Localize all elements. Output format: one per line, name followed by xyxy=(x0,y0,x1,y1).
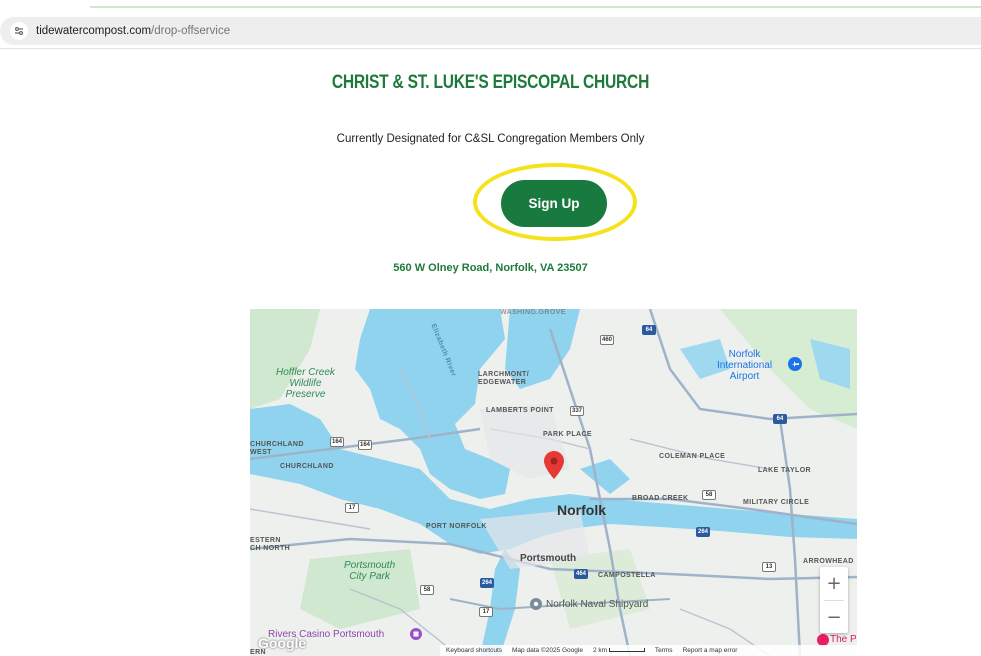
terms-link[interactable]: Terms xyxy=(655,647,673,654)
report-map-error-link[interactable]: Report a map error xyxy=(683,647,738,654)
keyboard-shortcuts-link[interactable]: Keyboard shortcuts xyxy=(446,647,502,654)
route-shield-58: 58 xyxy=(420,585,434,595)
map-label-churchland: CHURCHLAND xyxy=(280,463,334,470)
route-shield-17-south: 17 xyxy=(479,607,493,617)
casino-pin-icon[interactable] xyxy=(410,628,422,640)
page-title: CHRIST & ST. LUKE'S EPISCOPAL CHURCH xyxy=(331,72,650,93)
route-shield-58-east: 58 xyxy=(702,490,716,500)
page-load-progress xyxy=(90,6,981,8)
zoom-in-button[interactable]: + xyxy=(820,567,848,600)
map-label-norfolk: Norfolk xyxy=(557,502,606,518)
map-label-the-p: The P xyxy=(830,634,857,645)
map-label-lake-taylor: LAKE TAYLOR xyxy=(758,467,812,474)
address-bar[interactable]: tidewatercompost.com/drop-offservice xyxy=(0,17,981,45)
map-label-military-circle: MILITARY CIRCLE xyxy=(743,499,810,506)
airport-icon[interactable] xyxy=(788,357,802,371)
map-label-washington: WASHING.GROVE xyxy=(500,309,566,316)
map-label-hoffler-creek: Hoffler Creek Wildlife Preserve xyxy=(276,367,335,400)
page: tidewatercompost.com/drop-offservice CHR… xyxy=(0,0,981,656)
church-address: 560 W Olney Road, Norfolk, VA 23507 xyxy=(393,262,588,274)
google-logo[interactable]: Google xyxy=(258,635,306,651)
shipyard-pin-icon[interactable] xyxy=(530,598,542,610)
url-domain: tidewatercompost.com xyxy=(36,25,152,37)
map-label-arrowhead: ARROWHEAD xyxy=(803,558,854,565)
map-scale-bar xyxy=(608,648,645,652)
map-label-campostella: CAMPOSTELLA xyxy=(598,572,656,579)
map-label-broad-creek: BROAD CREEK xyxy=(632,495,689,502)
route-shield-164-a: 164 xyxy=(330,437,344,447)
zoom-out-button[interactable]: − xyxy=(820,601,848,634)
route-shield-264-a: 264 xyxy=(480,578,494,588)
map-label-naval-shipyard: Norfolk Naval Shipyard xyxy=(546,599,649,610)
google-map[interactable]: Hoffler Creek Wildlife Preserve Elizabet… xyxy=(250,309,857,656)
map-label-larchmont: LARCHMONT/ EDGEWATER xyxy=(478,371,530,386)
chrome-divider xyxy=(0,48,981,49)
route-shield-264-b: 264 xyxy=(696,527,710,537)
map-zoom-controls: + − xyxy=(820,567,848,633)
page-subtitle: Currently Designated for C&SL Congregati… xyxy=(336,133,645,145)
map-label-portsmouth: Portsmouth xyxy=(520,553,577,564)
map-scale[interactable]: 2 km xyxy=(593,647,645,654)
map-label-portsmouth-city-park: Portsmouth City Park xyxy=(344,560,396,582)
sign-up-button[interactable]: Sign Up xyxy=(501,180,607,227)
map-data-credit: Map data ©2025 Google xyxy=(512,647,583,654)
site-info-icon[interactable] xyxy=(10,22,28,40)
route-shield-13: 13 xyxy=(762,562,776,572)
route-shield-464: 464 xyxy=(574,569,588,579)
route-shield-64-east: 64 xyxy=(773,414,787,424)
map-label-coleman-place: COLEMAN PLACE xyxy=(659,453,726,460)
route-shield-164-b: 164 xyxy=(358,440,372,450)
location-pin-icon[interactable] xyxy=(544,451,564,479)
url-path: /drop-offservice xyxy=(151,25,231,37)
url-text[interactable]: tidewatercompost.com/drop-offservice xyxy=(36,25,230,37)
map-label-airport: Norfolk International Airport xyxy=(717,349,773,382)
map-label-port-norfolk: PORT NORFOLK xyxy=(426,523,487,530)
map-attribution: Keyboard shortcuts Map data ©2025 Google… xyxy=(440,645,857,656)
route-shield-64-north: 64 xyxy=(642,325,656,335)
route-shield-337: 337 xyxy=(570,406,584,416)
map-label-park-place: PARK PLACE xyxy=(543,431,592,438)
route-shield-460: 460 xyxy=(600,335,614,345)
route-shield-17: 17 xyxy=(345,503,359,513)
map-label-western-branch: ESTERN CH NORTH xyxy=(250,537,291,552)
map-label-lamberts-point: LAMBERTS POINT xyxy=(486,407,554,414)
map-scale-label: 2 km xyxy=(592,647,608,654)
map-label-churchland-west: CHURCHLAND WEST xyxy=(250,441,304,456)
